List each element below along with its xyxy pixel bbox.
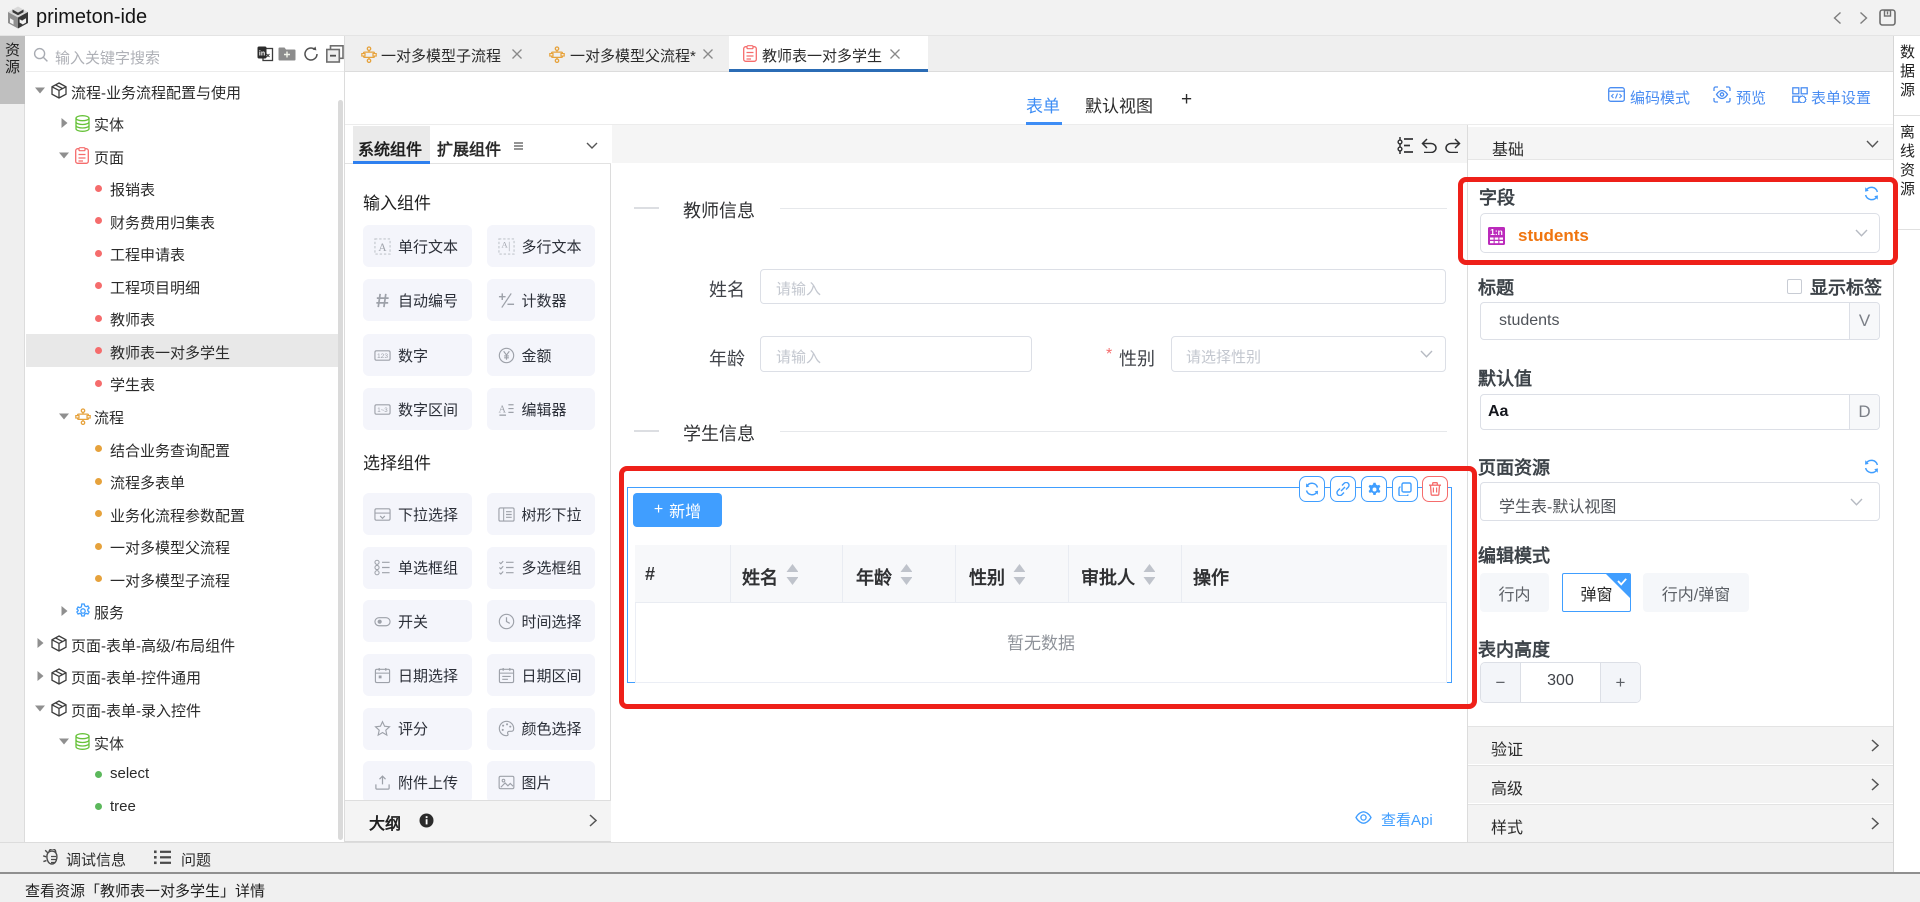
svg-text:A: A: [501, 239, 508, 249]
svg-text:A: A: [498, 404, 506, 415]
svg-text:1~3: 1~3: [377, 406, 388, 413]
svg-text:123: 123: [377, 353, 388, 360]
svg-text:A: A: [378, 241, 387, 253]
svg-text:1:n: 1:n: [1490, 227, 1503, 237]
svg-text:in: in: [259, 51, 265, 58]
